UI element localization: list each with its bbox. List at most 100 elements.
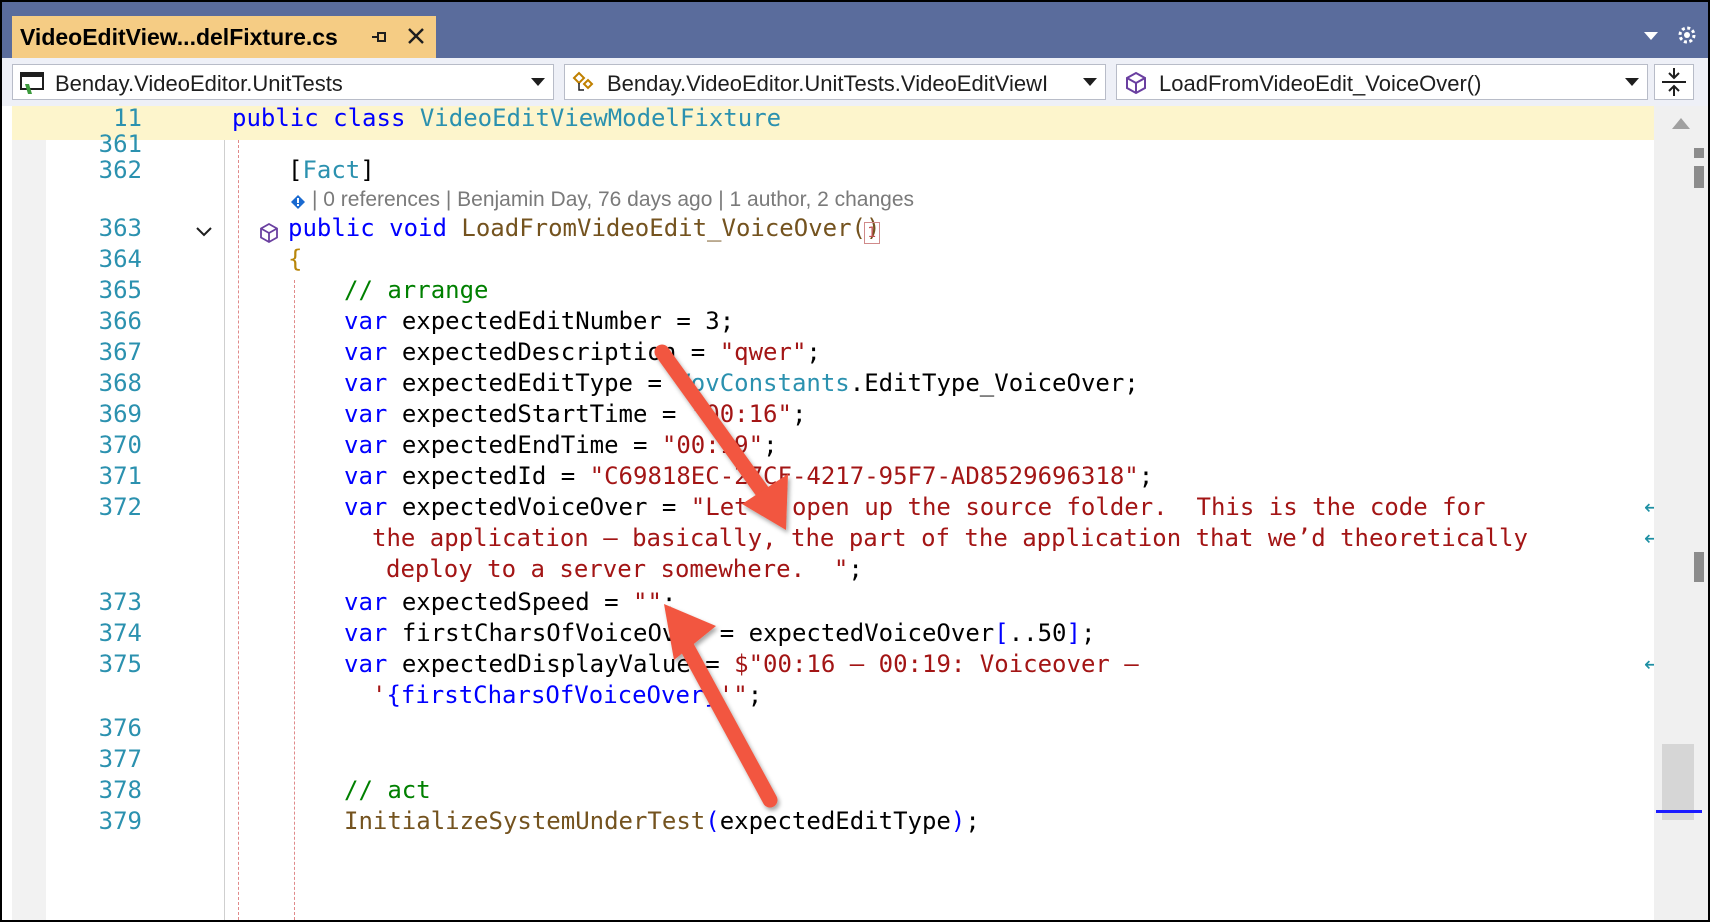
split-window-button[interactable] <box>1654 64 1694 100</box>
code-text: expectedVoiceOver = <box>401 493 691 521</box>
statement: var expectedEndTime = "00:19"; <box>344 431 778 459</box>
code-text: expectedEditType = <box>401 369 677 397</box>
string-literal: "qwer" <box>719 338 807 366</box>
method-signature: public void LoadFromVideoEdit_VoiceOver(… <box>288 214 880 242</box>
code-line: 362 [Fact] <box>12 156 1654 190</box>
line-number: 369 <box>98 400 142 428</box>
code-line: 371 var expectedId = "C69818EC-27CF-4217… <box>12 462 1654 496</box>
code-editor[interactable]: 361 362 [Fact] | 0 references | Benjamin… <box>12 130 1661 920</box>
code-line: 365 // arrange <box>12 276 1654 310</box>
code-line: 377 <box>12 745 1654 779</box>
type-name: VovConstants <box>676 369 850 397</box>
type-dropdown[interactable]: Benday.VideoEditor.UnitTests.VideoEditVi… <box>564 64 1106 100</box>
line-number: 367 <box>98 338 142 366</box>
comment: // arrange <box>344 276 489 304</box>
keyword: var <box>344 650 388 678</box>
code-line: 372 var expectedVoiceOver = "Let’s open … <box>12 493 1661 527</box>
line-number: 379 <box>98 807 142 835</box>
pin-icon[interactable] <box>368 26 390 48</box>
chevron-down-icon <box>1625 78 1639 86</box>
keyword: public <box>288 214 375 242</box>
method-icon <box>260 222 278 244</box>
line-number: 362 <box>98 156 142 184</box>
statement: deploy to a server somewhere. "; <box>386 555 863 583</box>
gear-icon[interactable] <box>1674 22 1700 48</box>
line-number: 372 <box>98 493 142 521</box>
line-number: 371 <box>98 462 142 490</box>
vertical-scrollbar[interactable] <box>1654 106 1708 920</box>
semicolon: ; <box>806 338 821 366</box>
code-text: firstCharsOfVoiceOver = expectedVoiceOve… <box>401 619 995 647</box>
keyword: var <box>344 619 388 647</box>
code-line: 373 var expectedSpeed = ""; <box>12 588 1654 622</box>
keyword: var <box>344 400 388 428</box>
tab-list-dropdown-icon[interactable] <box>1638 22 1664 48</box>
code-line: 375 var expectedDisplayValue = $"00:16 –… <box>12 650 1661 684</box>
keyword: var <box>344 338 388 366</box>
keyword: var <box>344 369 388 397</box>
code-line-wrapped: '{firstCharsOfVoiceOver}'"; <box>12 681 1654 715</box>
semicolon: ; <box>1138 462 1154 490</box>
string-literal: "Let’s open up the source folder. This i… <box>690 493 1486 521</box>
statement: var expectedEditNumber = 3; <box>344 307 734 335</box>
scroll-marker <box>1694 552 1704 582</box>
line-number: 377 <box>98 745 142 773</box>
reference-badge[interactable]: 1 <box>864 222 880 244</box>
codelens-author[interactable]: Benjamin Day, 76 days ago <box>457 188 712 211</box>
project-name: Benday.VideoEditor.UnitTests <box>55 71 343 96</box>
statement: InitializeSystemUnderTest(expectedEditTy… <box>344 807 980 835</box>
string-literal: deploy to a server somewhere. " <box>386 555 849 583</box>
semicolon: ; <box>791 400 807 428</box>
interpolation: {firstCharsOfVoiceOver} <box>386 681 719 709</box>
line-number: 374 <box>98 619 142 647</box>
code-text: expectedDescription = <box>401 338 720 366</box>
class-icon <box>572 71 594 91</box>
codelens-changes[interactable]: 1 author, 2 changes <box>730 188 914 211</box>
statement: var firstCharsOfVoiceOver = expectedVoic… <box>344 619 1095 647</box>
scroll-up-arrow-icon[interactable] <box>1672 118 1690 129</box>
keyword: public <box>232 104 319 132</box>
code-text: expectedEditNumber = 3; <box>401 307 735 335</box>
document-tab-well: VideoEditView...delFixture.cs <box>2 2 1708 58</box>
bracket: ] <box>1066 619 1081 647</box>
info-icon[interactable] <box>290 194 306 210</box>
string-literal: '" <box>718 681 748 709</box>
statement: var expectedSpeed = ""; <box>344 588 676 616</box>
semicolon: ; <box>848 555 863 583</box>
code-line: 374 var firstCharsOfVoiceOver = expected… <box>12 619 1654 653</box>
scroll-thumb[interactable] <box>1662 744 1694 820</box>
code-line-wrapped: deploy to a server somewhere. "; <box>12 555 1654 589</box>
scroll-marker <box>1694 166 1704 188</box>
semicolon: ; <box>747 681 763 709</box>
code-line: 368 var expectedEditType = VovConstants.… <box>12 369 1654 403</box>
chevron-down-icon <box>531 78 545 86</box>
codelens-references[interactable]: 0 references <box>323 188 440 211</box>
code-text: expectedStartTime = <box>401 400 691 428</box>
line-number: 378 <box>98 776 142 804</box>
keyword: var <box>344 431 388 459</box>
document-tab[interactable]: VideoEditView...delFixture.cs <box>12 16 436 58</box>
keyword: var <box>344 493 388 521</box>
type-name: Benday.VideoEditor.UnitTests.VideoEditVi… <box>607 71 1049 96</box>
code-text: expectedSpeed = <box>401 588 633 616</box>
project-dropdown[interactable]: Benday.VideoEditor.UnitTests <box>12 64 554 100</box>
code-text: .EditType_VoiceOver; <box>849 369 1139 397</box>
statement: var expectedEditType = VovConstants.Edit… <box>344 369 1139 397</box>
collapse-chevron-icon[interactable] <box>194 224 214 240</box>
statement: var expectedDisplayValue = $"00:16 – 00:… <box>344 650 1139 678</box>
statement: var expectedId = "C69818EC-27CF-4217-95F… <box>344 462 1153 490</box>
codelens: | 0 references | Benjamin Day, 76 days a… <box>312 188 915 211</box>
statement: var expectedVoiceOver = "Let’s open up t… <box>344 493 1486 521</box>
line-number: 11 <box>113 104 142 132</box>
close-icon[interactable] <box>404 24 428 48</box>
statement: var expectedStartTime = "00:16"; <box>344 400 806 428</box>
bracket: ] <box>360 156 375 184</box>
member-dropdown[interactable]: LoadFromVideoEdit_VoiceOver() <box>1116 64 1648 100</box>
line-number: 373 <box>98 588 142 616</box>
string-literal: "00:19" <box>661 431 764 459</box>
bracket: [ <box>994 619 1009 647</box>
sticky-code: public class VideoEditViewModelFixture <box>232 104 781 132</box>
code-line: 366 var expectedEditNumber = 3; <box>12 307 1654 341</box>
code-line-wrapped: the application – basically, the part of… <box>12 524 1661 558</box>
code-line: 367 var expectedDescription = "qwer"; <box>12 338 1654 372</box>
